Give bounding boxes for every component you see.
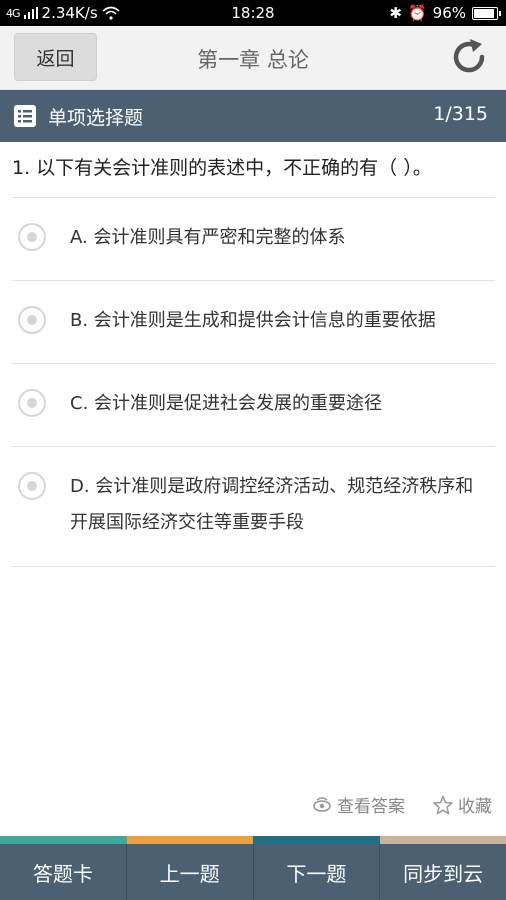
battery-percent: 96% bbox=[432, 4, 466, 22]
radio-icon[interactable] bbox=[18, 472, 46, 500]
header: 返回 第一章 总论 bbox=[0, 26, 506, 90]
favorite-button[interactable]: 收藏 bbox=[433, 792, 492, 817]
prev-question-button[interactable]: 上一题 bbox=[127, 844, 254, 900]
refresh-icon[interactable] bbox=[448, 36, 490, 78]
status-bar: 4G 2.34K/s 18:28 ✱ ⏰ 96% bbox=[0, 0, 506, 26]
question-actions: 查看答案 收藏 bbox=[312, 792, 492, 817]
eye-icon bbox=[313, 796, 331, 812]
option-label: D. 会计准则是政府调控经济活动、规范经济秩序和开展国际经济交往等重要手段 bbox=[70, 476, 474, 533]
view-answer-label: 查看答案 bbox=[337, 797, 405, 817]
stripe bbox=[379, 836, 506, 844]
view-answer-button[interactable]: 查看答案 bbox=[312, 792, 405, 817]
status-right: ✱ ⏰ 96% bbox=[389, 4, 501, 22]
bottom-nav: 答题卡 上一题 下一题 同步到云 bbox=[0, 844, 506, 900]
options-list: A. 会计准则具有严密和完整的体系 B. 会计准则是生成和提供会计信息的重要依据… bbox=[12, 197, 495, 567]
option-b[interactable]: B. 会计准则是生成和提供会计信息的重要依据 bbox=[12, 281, 495, 364]
option-c[interactable]: C. 会计准则是促进社会发展的重要途径 bbox=[12, 364, 495, 447]
page-title: 第一章 总论 bbox=[197, 48, 309, 72]
radio-icon[interactable] bbox=[18, 306, 46, 334]
stripe bbox=[253, 836, 380, 844]
answer-card-button[interactable]: 答题卡 bbox=[0, 844, 127, 900]
favorite-label: 收藏 bbox=[458, 797, 492, 817]
nav-color-stripes bbox=[0, 836, 506, 844]
star-icon bbox=[433, 795, 453, 814]
sync-cloud-button[interactable]: 同步到云 bbox=[380, 844, 506, 900]
option-label: A. 会计准则具有严密和完整的体系 bbox=[70, 227, 346, 248]
option-d[interactable]: D. 会计准则是政府调控经济活动、规范经济秩序和开展国际经济交往等重要手段 bbox=[12, 447, 495, 567]
battery-fill bbox=[474, 8, 495, 18]
radio-icon[interactable] bbox=[18, 389, 46, 417]
next-question-button[interactable]: 下一题 bbox=[254, 844, 381, 900]
option-a[interactable]: A. 会计准则具有严密和完整的体系 bbox=[12, 198, 495, 281]
stripe bbox=[126, 836, 253, 844]
question-type-label: 单项选择题 bbox=[48, 107, 144, 129]
option-label: C. 会计准则是促进社会发展的重要途径 bbox=[70, 393, 383, 414]
battery-icon bbox=[472, 6, 501, 20]
question-progress: 1/315 bbox=[433, 103, 488, 125]
list-icon bbox=[14, 105, 36, 127]
alarm-icon: ⏰ bbox=[407, 4, 427, 22]
question-type-bar: 单项选择题 1/315 bbox=[0, 90, 506, 142]
stripe bbox=[0, 836, 127, 844]
option-label: B. 会计准则是生成和提供会计信息的重要依据 bbox=[70, 310, 436, 331]
radio-icon[interactable] bbox=[18, 223, 46, 251]
bluetooth-icon: ✱ bbox=[389, 4, 402, 22]
question-text: 1. 以下有关会计准则的表述中，不正确的有（ ）。 bbox=[12, 157, 432, 179]
